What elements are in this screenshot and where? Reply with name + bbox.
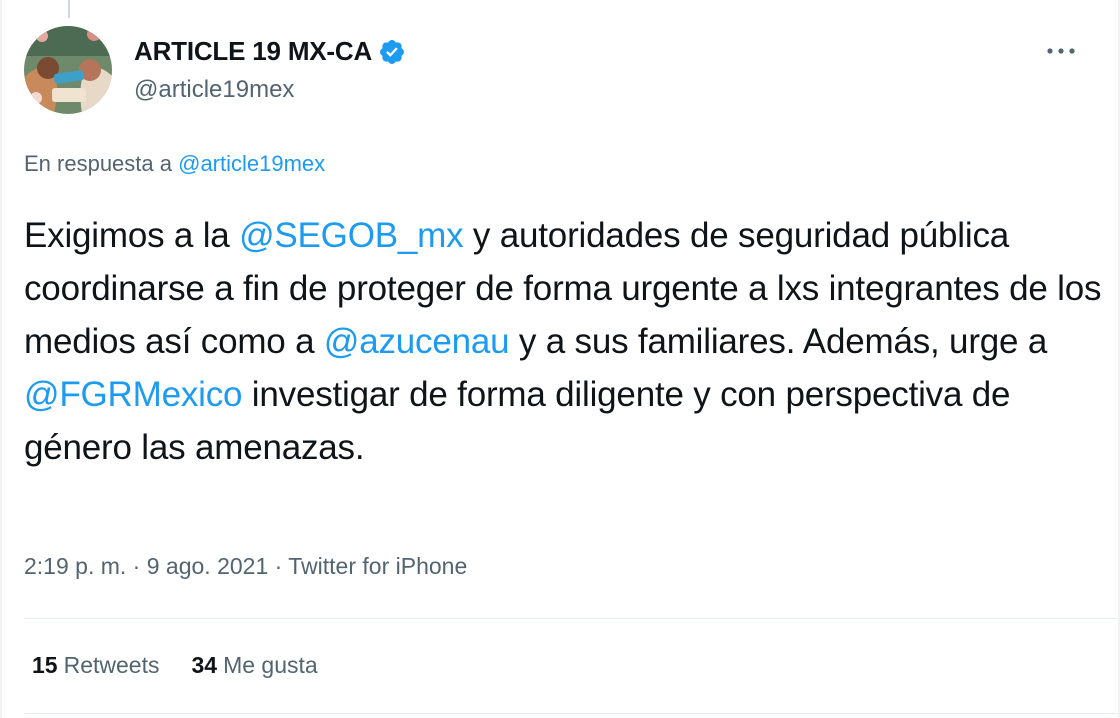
- engagement-stats: 15 Retweets 34 Me gusta: [32, 652, 318, 679]
- tweet-time-link[interactable]: 2:19 p. m.: [24, 553, 126, 579]
- retweets-count: 15: [32, 652, 58, 678]
- tweet-card: ARTICLE 19 MX-CA @article19mex En respue…: [0, 0, 1120, 718]
- verified-badge-icon: [380, 39, 405, 64]
- tweet-text-part: Exigimos a la: [24, 216, 240, 255]
- mention-fgrmexico-link[interactable]: @FGRMexico: [24, 375, 242, 414]
- tweet-text: Exigimos a la @SEGOB_mx y autoridades de…: [24, 209, 1104, 474]
- author-name-row: ARTICLE 19 MX-CA: [134, 36, 406, 67]
- tweet-metadata: 2:19 p. m. · 9 ago. 2021 · Twitter for i…: [24, 553, 467, 580]
- tweet-text-part: y a sus familiares. Además, urge a: [509, 322, 1048, 361]
- likes-stat[interactable]: 34 Me gusta: [191, 652, 317, 679]
- meta-separator: ·: [268, 553, 289, 579]
- divider: [24, 713, 1118, 714]
- divider: [24, 618, 1118, 619]
- meta-separator: ·: [126, 553, 147, 579]
- reply-context: En respuesta a @article19mex: [24, 151, 325, 177]
- tweet-date-link[interactable]: 9 ago. 2021: [147, 553, 269, 579]
- author-handle[interactable]: @article19mex: [134, 76, 294, 104]
- avatar[interactable]: [24, 26, 112, 114]
- retweets-stat[interactable]: 15 Retweets: [32, 652, 159, 679]
- more-options-icon: [1047, 48, 1075, 54]
- reply-handle-link[interactable]: @article19mex: [178, 151, 325, 176]
- likes-label: Me gusta: [223, 652, 318, 678]
- reply-prefix: En respuesta a: [24, 151, 172, 176]
- author-name[interactable]: ARTICLE 19 MX-CA: [134, 36, 372, 67]
- thread-connector-line: [68, 0, 70, 18]
- retweets-label: Retweets: [63, 652, 160, 678]
- likes-count: 34: [191, 652, 218, 678]
- more-options-button[interactable]: [1044, 36, 1078, 66]
- avatar-illustration: [24, 26, 112, 114]
- tweet-source-link[interactable]: Twitter for iPhone: [288, 553, 467, 579]
- mention-segob-link[interactable]: @SEGOB_mx: [239, 216, 464, 255]
- mention-azucenau-link[interactable]: @azucenau: [324, 322, 510, 361]
